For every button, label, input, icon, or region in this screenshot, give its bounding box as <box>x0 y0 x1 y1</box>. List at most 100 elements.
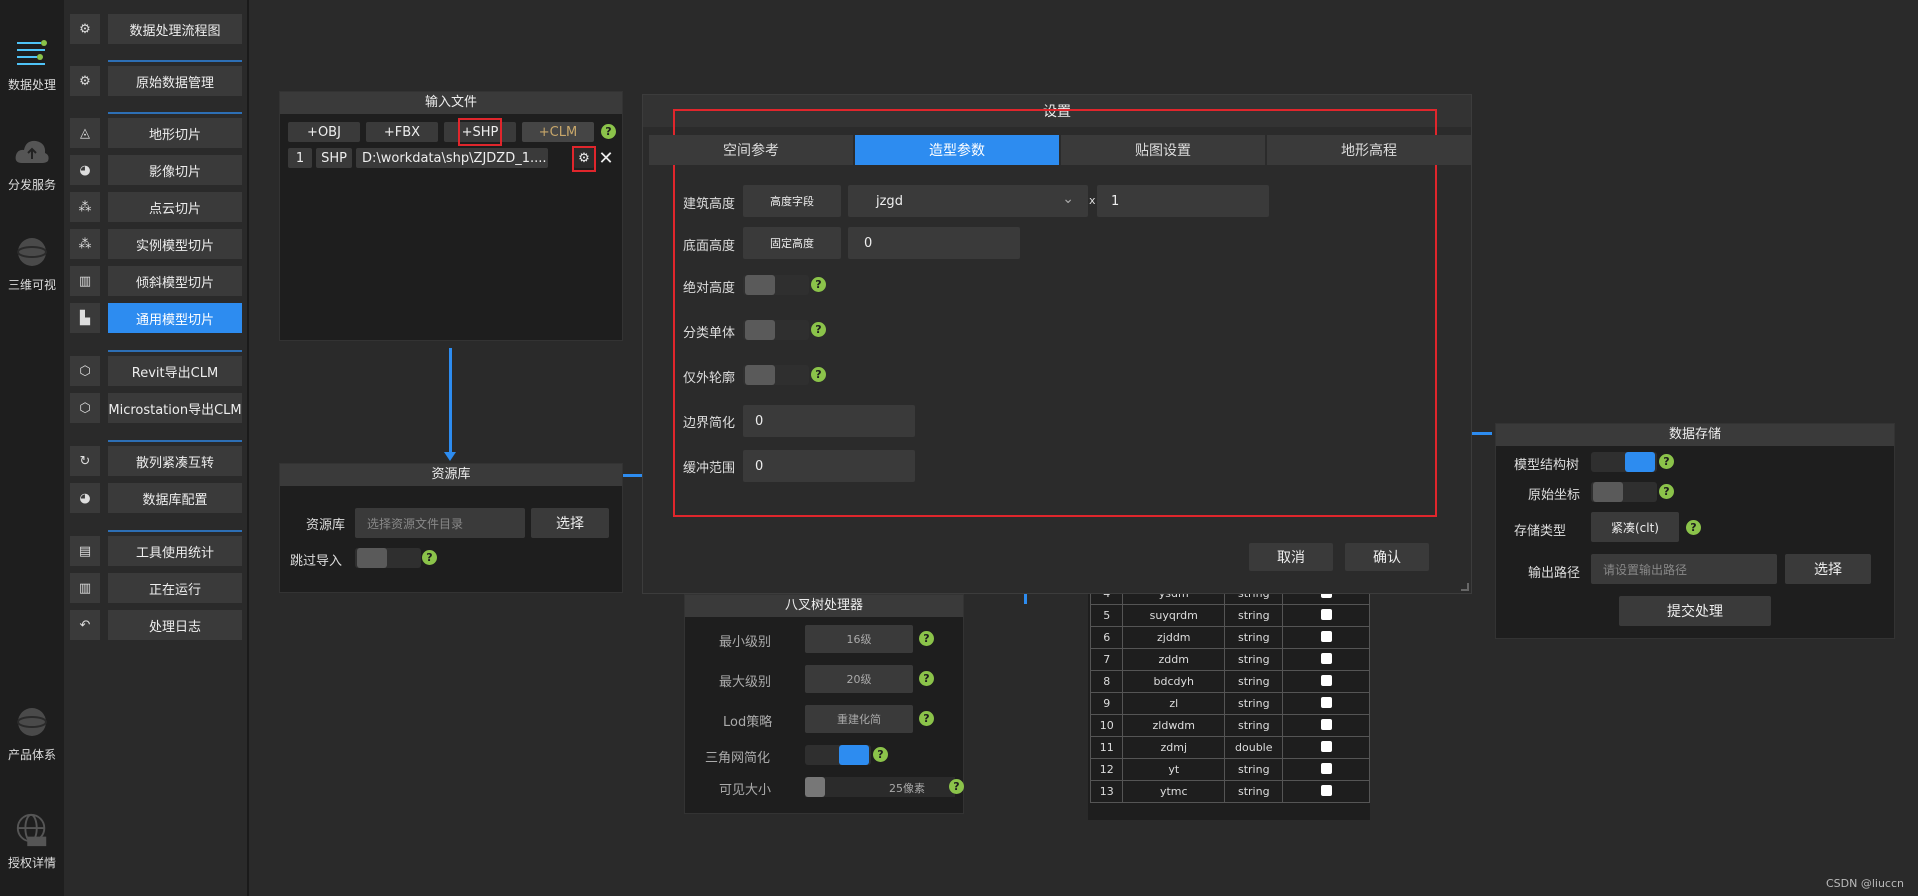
cancel-button[interactable]: 取消 <box>1249 543 1333 571</box>
row-checkbox[interactable] <box>1320 718 1332 730</box>
add-obj-button[interactable]: +OBJ <box>288 122 360 142</box>
menu-item[interactable]: ▥ 倾斜模型切片 <box>68 266 248 296</box>
row-checkbox[interactable] <box>1320 608 1332 620</box>
menu-item[interactable]: ↻ 散列紧凑互转 <box>68 446 248 476</box>
menu-item[interactable]: ⚙ 原始数据管理 <box>68 66 248 96</box>
base-mode-select[interactable]: 固定高度 <box>743 227 841 259</box>
height-factor-input[interactable]: 1 <box>1097 185 1269 217</box>
absolute-height-toggle[interactable] <box>743 275 809 295</box>
submit-button[interactable]: 提交处理 <box>1619 596 1771 626</box>
menu-button[interactable]: 倾斜模型切片 <box>108 266 242 296</box>
skip-import-toggle[interactable] <box>355 548 421 568</box>
menu-button[interactable]: 影像切片 <box>108 155 242 185</box>
rail-item-3d-visual[interactable]: 三维可视 <box>0 234 64 293</box>
menu-button[interactable]: Revit导出CLM <box>108 356 242 386</box>
coord-label: 原始坐标 <box>1528 488 1581 503</box>
menu-button[interactable]: 正在运行 <box>108 573 242 603</box>
menu-item[interactable]: ⬡ Revit导出CLM <box>68 356 248 386</box>
help-icon[interactable]: ? <box>1659 484 1674 499</box>
globe-icon <box>14 234 50 270</box>
menu-button[interactable]: 实例模型切片 <box>108 229 242 259</box>
help-icon[interactable]: ? <box>601 124 616 139</box>
file-type: SHP <box>316 148 352 168</box>
rail-item-license[interactable]: 授权详情 <box>0 812 64 871</box>
rail-item-data-processing[interactable]: 数据处理 <box>0 34 64 93</box>
output-path-input[interactable]: 请设置输出路径 <box>1591 554 1777 584</box>
rail-item-distribution[interactable]: 分发服务 <box>0 134 64 193</box>
help-icon[interactable]: ? <box>811 322 826 337</box>
menu-button[interactable]: 原始数据管理 <box>108 66 242 96</box>
help-icon[interactable]: ? <box>919 631 934 646</box>
rail-label: 三维可视 <box>7 278 56 292</box>
boundary-simplify-label: 边界简化 <box>683 416 736 431</box>
tab-spatial-reference[interactable]: 空间参考 <box>649 135 853 165</box>
menu-button[interactable]: 点云切片 <box>108 192 242 222</box>
coord-toggle[interactable] <box>1591 482 1657 502</box>
outline-only-toggle[interactable] <box>743 365 809 385</box>
close-icon[interactable]: ✕ <box>596 148 616 169</box>
menu-item[interactable]: ▥ 正在运行 <box>68 573 248 603</box>
help-icon[interactable]: ? <box>919 671 934 686</box>
min-level-select[interactable]: 16级 <box>805 625 913 653</box>
select-button[interactable]: 选择 <box>531 508 609 538</box>
classify-toggle[interactable] <box>743 320 809 340</box>
help-icon[interactable]: ? <box>422 550 437 565</box>
boundary-simplify-input[interactable]: 0 <box>743 405 915 437</box>
select-path-button[interactable]: 选择 <box>1785 554 1871 584</box>
menu-button[interactable]: Microstation导出CLM <box>108 393 242 423</box>
help-icon[interactable]: ? <box>1659 454 1674 469</box>
menu-item[interactable]: ⚙ 数据处理流程图 <box>68 14 248 44</box>
height-mode-select[interactable]: 高度字段 <box>743 185 841 217</box>
slider-handle[interactable] <box>805 777 825 797</box>
base-height-input[interactable]: 0 <box>848 227 1020 259</box>
row-checkbox[interactable] <box>1320 740 1332 752</box>
menu-item[interactable]: ◬ 地形切片 <box>68 118 248 148</box>
menu-item[interactable]: ⁂ 点云切片 <box>68 192 248 222</box>
help-icon[interactable]: ? <box>949 779 964 794</box>
menu-button[interactable]: 工具使用统计 <box>108 536 242 566</box>
tab-texture[interactable]: 贴图设置 <box>1061 135 1265 165</box>
menu-item[interactable]: ↶ 处理日志 <box>68 610 248 640</box>
resource-dir-input[interactable]: 选择资源文件目录 <box>355 508 525 538</box>
rail-item-products[interactable]: 产品体系 <box>0 704 64 763</box>
add-clm-button[interactable]: +CLM <box>522 122 594 142</box>
mesh-simplify-toggle[interactable] <box>805 745 871 765</box>
menu-item[interactable]: ◕ 数据库配置 <box>68 483 248 513</box>
row-checkbox[interactable] <box>1320 784 1332 796</box>
tree-toggle[interactable] <box>1591 452 1657 472</box>
height-field-select[interactable]: jzgd ⌄ <box>848 185 1088 217</box>
row-checkbox[interactable] <box>1320 762 1332 774</box>
row-checkbox[interactable] <box>1320 674 1332 686</box>
row-checkbox[interactable] <box>1320 696 1332 708</box>
max-level-select[interactable]: 20级 <box>805 665 913 693</box>
row-checkbox[interactable] <box>1320 652 1332 664</box>
row-checkbox[interactable] <box>1320 630 1332 642</box>
menu-button[interactable]: 数据库配置 <box>108 483 242 513</box>
menu-button[interactable]: 通用模型切片 <box>108 303 242 333</box>
confirm-button[interactable]: 确认 <box>1345 543 1429 571</box>
resize-handle[interactable] <box>1461 583 1469 591</box>
storage-type-select[interactable]: 紧凑(clt) <box>1591 512 1679 542</box>
table-cell: string <box>1224 604 1284 627</box>
menu-button[interactable]: 处理日志 <box>108 610 242 640</box>
lod-select[interactable]: 重建化简 <box>805 705 913 733</box>
menu-item[interactable]: ⁂ 实例模型切片 <box>68 229 248 259</box>
add-fbx-button[interactable]: +FBX <box>366 122 438 142</box>
help-icon[interactable]: ? <box>1686 520 1701 535</box>
menu-item[interactable]: ▙ 通用模型切片 <box>68 303 248 333</box>
menu-button[interactable]: 地形切片 <box>108 118 242 148</box>
menu-item[interactable]: ▤ 工具使用统计 <box>68 536 248 566</box>
tab-modeling-params[interactable]: 造型参数 <box>855 135 1059 165</box>
help-icon[interactable]: ? <box>873 747 888 762</box>
buffer-range-input[interactable]: 0 <box>743 450 915 482</box>
menu-item[interactable]: ⬡ Microstation导出CLM <box>68 393 248 423</box>
database-icon: ◕ <box>70 483 100 513</box>
help-icon[interactable]: ? <box>811 277 826 292</box>
visible-size-slider[interactable]: 25像素 <box>805 777 955 797</box>
menu-button[interactable]: 数据处理流程图 <box>108 14 242 44</box>
menu-item[interactable]: ◕ 影像切片 <box>68 155 248 185</box>
help-icon[interactable]: ? <box>919 711 934 726</box>
menu-button[interactable]: 散列紧凑互转 <box>108 446 242 476</box>
tab-terrain-elevation[interactable]: 地形高程 <box>1267 135 1471 165</box>
help-icon[interactable]: ? <box>811 367 826 382</box>
